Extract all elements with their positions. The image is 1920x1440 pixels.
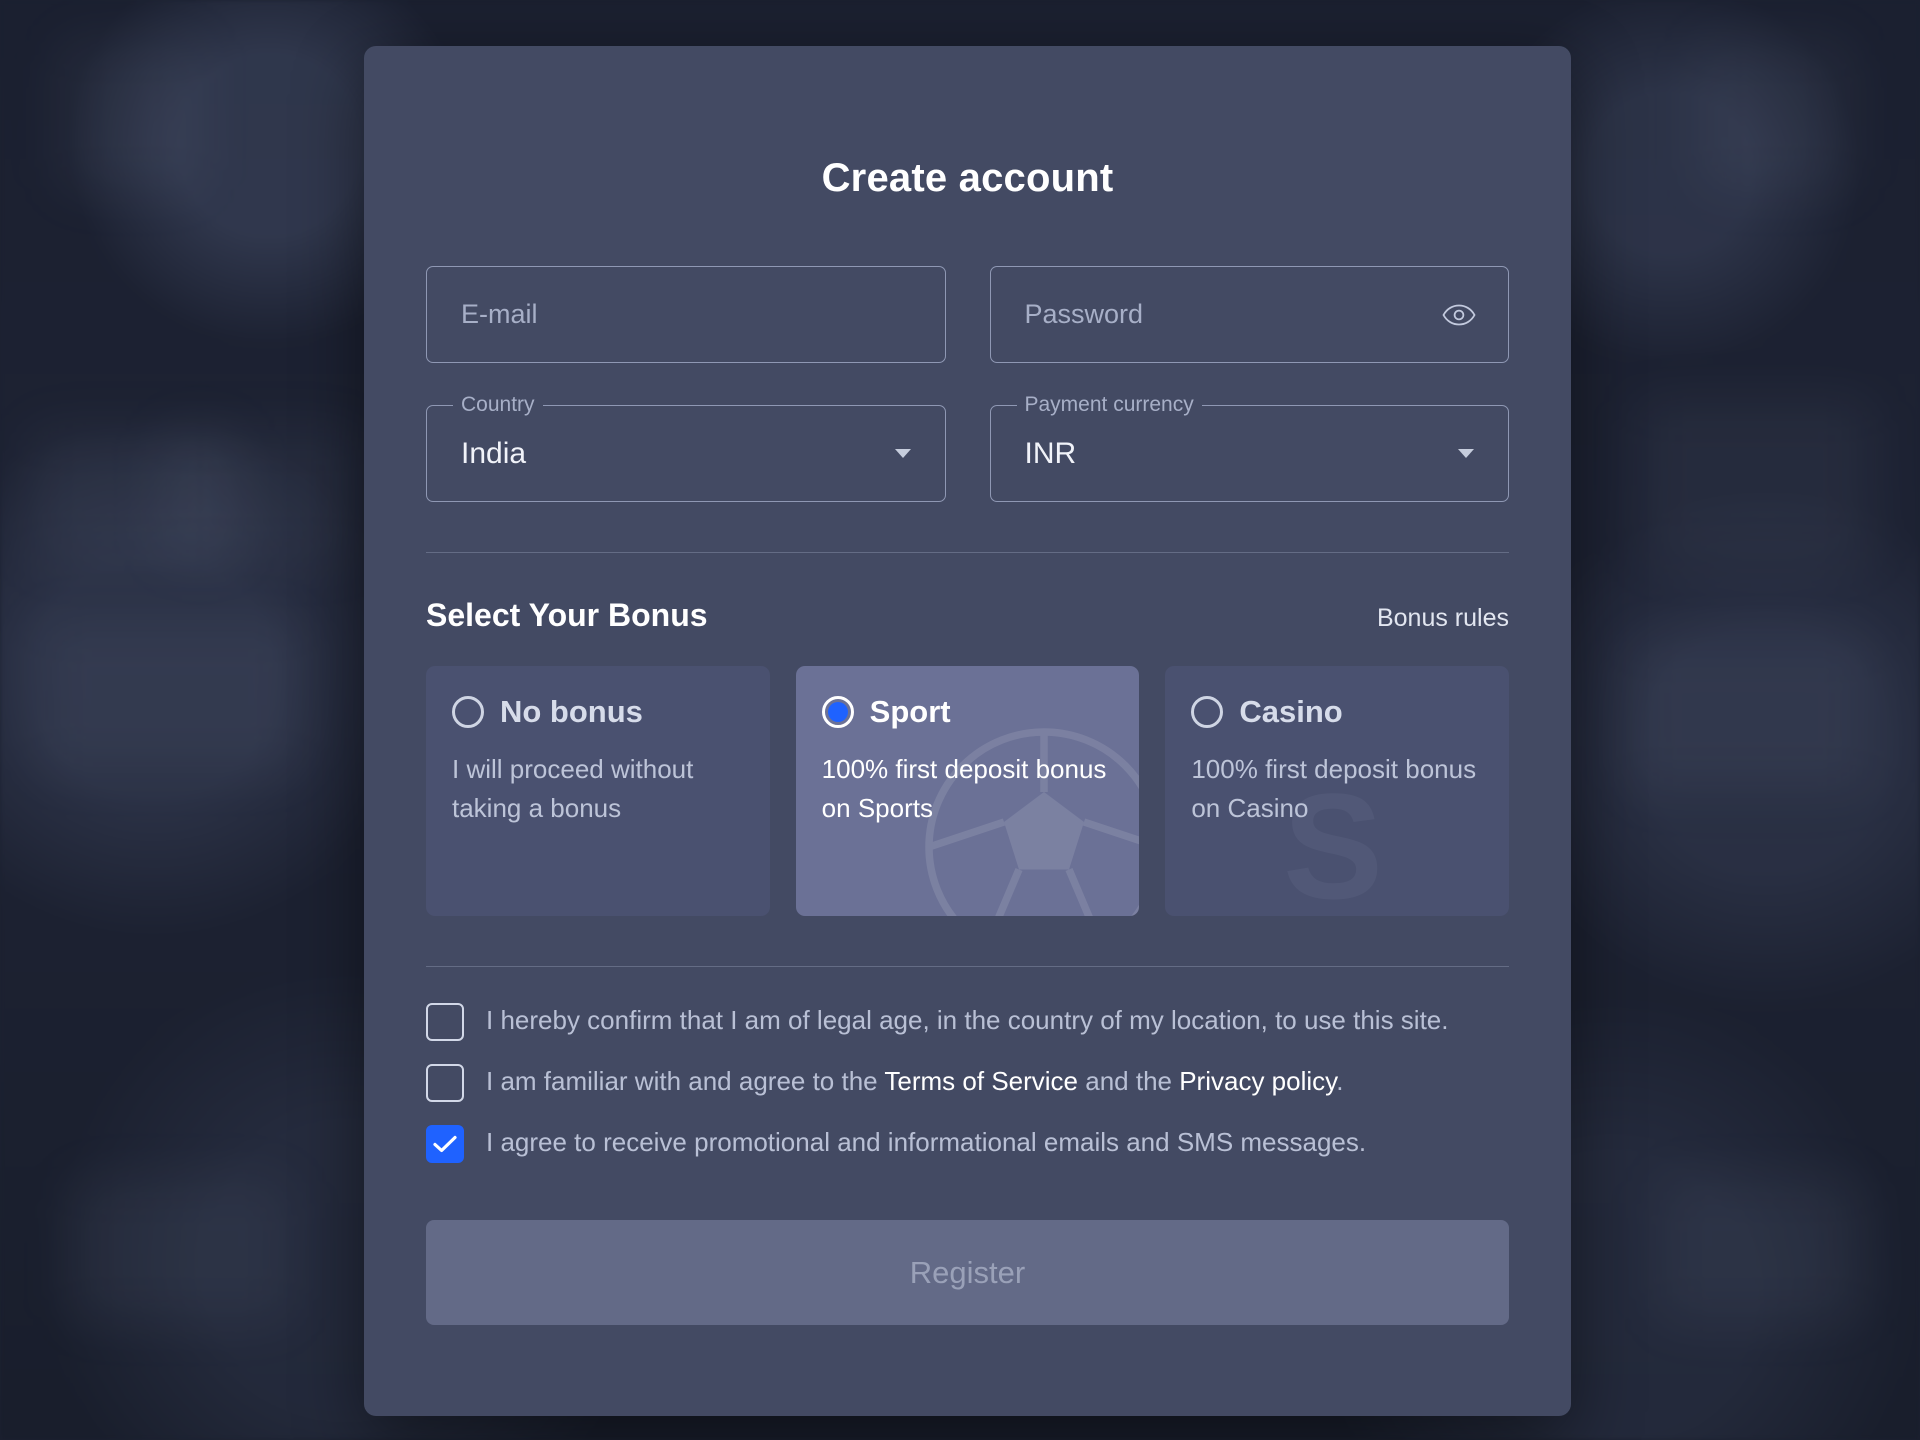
currency-label: Payment currency [1016,392,1202,418]
chevron-down-icon [894,449,911,458]
tos-label: I am familiar with and agree to the Term… [486,1060,1343,1103]
age-confirm-label: I hereby confirm that I am of legal age,… [486,1005,1449,1035]
bonus-option-label: Casino [1239,694,1343,729]
privacy-policy-link[interactable]: Privacy policy [1179,1066,1336,1096]
terms-list: I hereby confirm that I am of legal age,… [426,999,1509,1164]
age-confirm-checkbox[interactable] [426,1003,464,1041]
email-field-wrap [426,266,946,363]
bonus-option-description: I will proceed without taking a bonus [452,754,694,823]
radio-icon[interactable] [821,696,854,728]
country-label: Country [453,392,543,418]
bonus-option-label: No bonus [500,694,643,729]
tos-middle: and the [1078,1066,1180,1096]
terms-of-service-link[interactable]: Terms of Service [884,1066,1078,1096]
marketing-label: I agree to receive promotional and infor… [486,1127,1367,1157]
radio-icon[interactable] [452,696,484,728]
term-row-age: I hereby confirm that I am of legal age,… [426,999,1509,1042]
country-value: India [461,436,527,470]
eye-icon[interactable] [1439,300,1479,330]
register-button[interactable]: Register [426,1220,1509,1325]
term-row-marketing: I agree to receive promotional and infor… [426,1121,1509,1164]
marketing-checkbox[interactable] [426,1125,464,1163]
chevron-down-icon [1458,449,1474,458]
radio-icon[interactable] [1191,696,1224,728]
bonus-section-title: Select Your Bonus [426,597,708,633]
term-row-tos: I am familiar with and agree to the Term… [426,1060,1509,1103]
divider-top [426,552,1509,553]
divider-bottom [426,966,1509,967]
bonus-option-sport[interactable]: Sport 100% first deposit bonus on Sports [795,666,1140,916]
bonus-option-head: Sport [821,694,1114,730]
create-account-modal: Create account Country India [364,46,1571,1416]
bonus-option-description: 100% first deposit bonus on Sports [821,754,1107,823]
country-select[interactable]: Country India [426,392,946,502]
bonus-option-no-bonus[interactable]: No bonus I will proceed without taking a… [426,666,770,916]
password-field-wrap [989,266,1509,363]
bonus-rules-link[interactable]: Bonus rules [1377,604,1509,633]
tos-suffix: . [1336,1066,1344,1096]
tos-checkbox[interactable] [426,1064,464,1102]
bonus-option-head: Casino [1191,694,1483,730]
bonus-option-head: No bonus [452,694,744,730]
bonus-header: Select Your Bonus Bonus rules [426,597,1509,634]
currency-value: INR [1024,436,1077,470]
check-icon [433,1135,457,1153]
bonus-option-label: Sport [869,694,951,729]
email-input[interactable] [426,266,946,363]
page-title: Create account [821,156,1114,200]
password-input[interactable] [989,266,1509,363]
bonus-option-casino[interactable]: S Casino 100% first deposit bonus on Cas… [1165,666,1510,916]
currency-select-wrap: Payment currency INR [989,392,1509,502]
credentials-row [426,266,1509,363]
bonus-options: No bonus I will proceed without taking a… [426,666,1510,916]
bonus-option-description: 100% first deposit bonus on Casino [1191,754,1477,823]
currency-select[interactable]: Payment currency INR [989,392,1509,502]
locale-row: Country India Payment currency INR [426,392,1509,502]
tos-prefix: I am familiar with and agree to the [486,1066,885,1096]
country-select-wrap: Country India [426,392,946,502]
